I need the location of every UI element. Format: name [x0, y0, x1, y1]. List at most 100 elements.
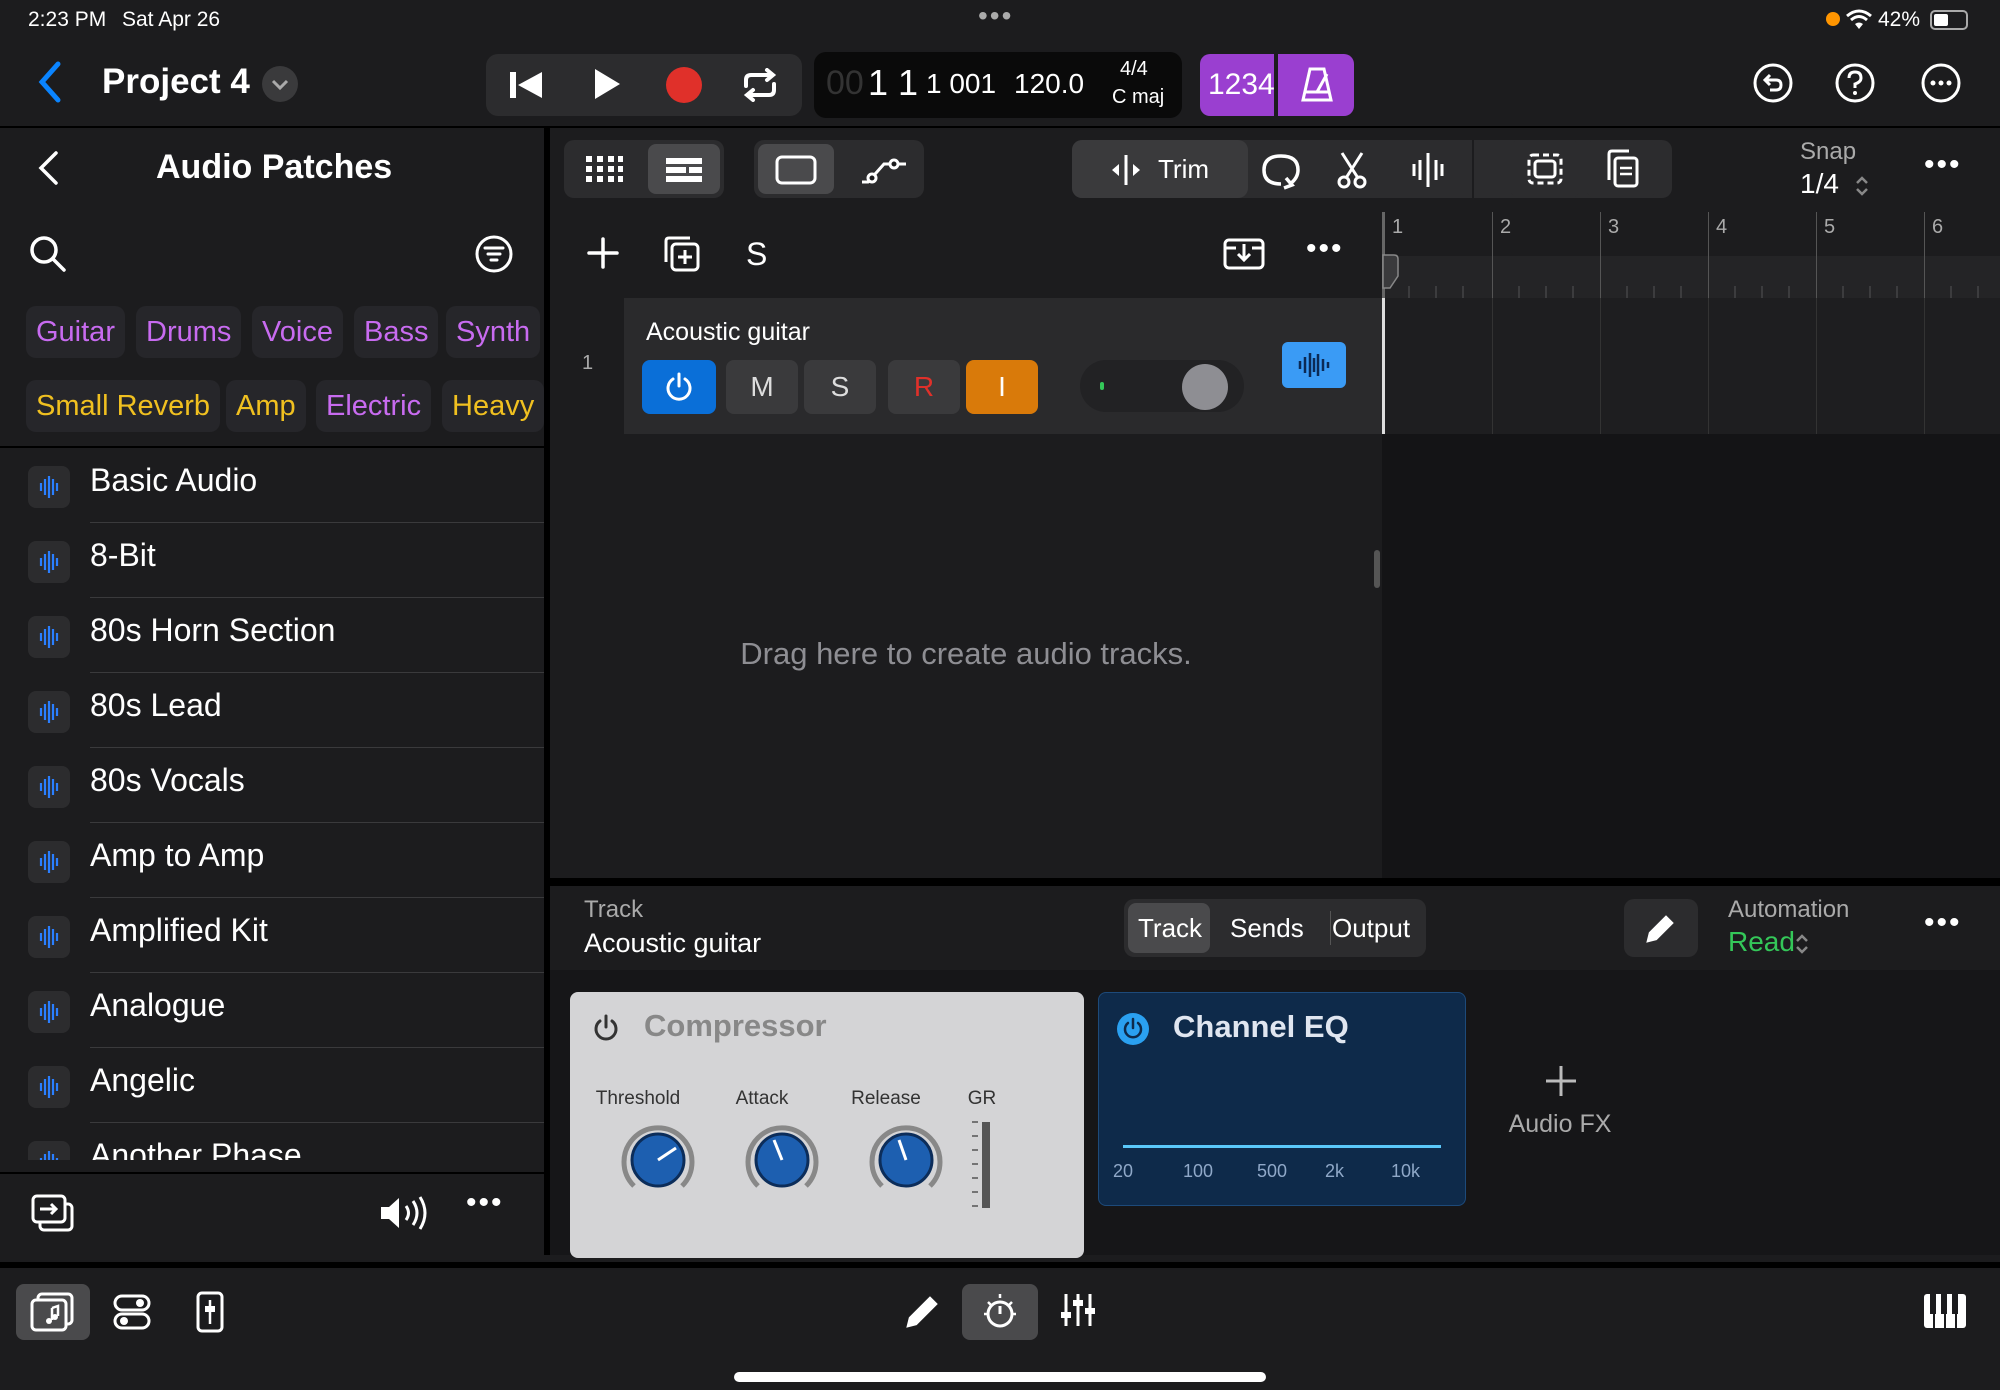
add-track-icon[interactable]	[586, 236, 620, 270]
copy-button[interactable]	[1586, 140, 1656, 198]
tab-track[interactable]: Track	[1124, 899, 1216, 957]
timeline-ruler[interactable]: 1 2 3 4 5 6	[1382, 212, 2000, 298]
channel-strip-icon[interactable]	[194, 1290, 226, 1334]
patch-item[interactable]: 80s Lead	[0, 673, 544, 748]
panel-more-icon[interactable]: •••	[466, 1186, 504, 1220]
undo-icon[interactable]	[1752, 62, 1794, 104]
grid-view-icon[interactable]	[584, 154, 624, 184]
help-icon[interactable]	[1834, 62, 1876, 104]
back-chevron-icon[interactable]	[36, 60, 64, 104]
track-header-more-icon[interactable]: •••	[1306, 232, 1344, 266]
home-indicator[interactable]	[734, 1372, 1266, 1382]
piano-keyboard-icon[interactable]	[1922, 1292, 1968, 1330]
tag-drums[interactable]: Drums	[136, 306, 242, 358]
cycle-loop-icon[interactable]	[740, 68, 780, 102]
scissors-icon[interactable]	[1334, 150, 1370, 190]
track-name[interactable]: Acoustic guitar	[646, 318, 810, 347]
patch-item[interactable]: Angelic	[0, 1048, 544, 1123]
volume-knob[interactable]	[1182, 364, 1228, 410]
patch-item[interactable]: Amp to Amp	[0, 823, 544, 898]
playhead-icon[interactable]	[1382, 254, 1400, 294]
preview-volume-icon[interactable]	[378, 1194, 430, 1232]
panel-back-chevron-icon[interactable]	[36, 150, 60, 186]
patch-item[interactable]: Basic Audio	[0, 448, 544, 523]
tag-bass[interactable]: Bass	[354, 306, 439, 358]
duplicate-track-icon[interactable]	[662, 234, 702, 274]
tracks-area-empty[interactable]	[1382, 434, 2000, 878]
inspector-divider[interactable]	[550, 878, 2000, 886]
compressor-plugin[interactable]: Compressor Threshold Attack Release GR	[570, 992, 1084, 1258]
edit-automation-button[interactable]	[1624, 899, 1698, 957]
threshold-knob[interactable]	[618, 1120, 698, 1200]
tag-guitar[interactable]: Guitar	[26, 306, 125, 358]
import-icon[interactable]	[30, 1192, 76, 1234]
patch-label: 80s Lead	[90, 687, 222, 723]
controls-toggle-icon[interactable]	[112, 1292, 152, 1332]
tag-small-reverb[interactable]: Small Reverb	[26, 380, 221, 432]
global-solo-button[interactable]: S	[746, 236, 767, 273]
track-on-button[interactable]	[642, 360, 716, 414]
patch-item[interactable]: Analogue	[0, 973, 544, 1048]
tag-amp[interactable]: Amp	[226, 380, 306, 432]
attack-knob[interactable]	[742, 1120, 822, 1200]
go-to-beginning-icon[interactable]	[508, 68, 544, 102]
tag-electric[interactable]: Electric	[316, 380, 432, 432]
loop-tool-icon[interactable]	[1260, 150, 1302, 190]
filter-icon[interactable]	[474, 234, 514, 274]
search-icon[interactable]	[28, 234, 68, 274]
track-header-row[interactable]: 1 Acoustic guitar M S R I	[550, 298, 1382, 434]
patch-item[interactable]: Amplified Kit	[0, 898, 544, 973]
input-monitor-button[interactable]: I	[966, 360, 1038, 414]
project-menu-chevron-icon[interactable]	[262, 66, 298, 102]
tab-sends[interactable]: Sends	[1216, 899, 1318, 957]
patch-item[interactable]: 80s Horn Section	[0, 598, 544, 673]
bar-label: 6	[1932, 216, 1944, 238]
play-icon[interactable]	[592, 66, 622, 102]
patch-item[interactable]: 8-Bit	[0, 523, 544, 598]
resize-handle[interactable]	[1374, 550, 1380, 588]
patch-item[interactable]: 80s Vocals	[0, 748, 544, 823]
split-at-playhead-icon[interactable]	[1408, 150, 1448, 190]
compressor-power-icon[interactable]	[592, 1014, 620, 1042]
automation-curve-icon[interactable]	[858, 150, 910, 188]
multitask-dots-icon[interactable]: •••	[978, 0, 1013, 32]
mixer-icon[interactable]	[1058, 1290, 1098, 1330]
draw-pencil-icon[interactable]	[904, 1294, 940, 1330]
patch-label: 80s Horn Section	[90, 612, 336, 648]
tracks-view-button[interactable]	[648, 144, 720, 194]
lcd-display[interactable]: 00 1 1 1 001 120.0 4/4 C maj	[814, 52, 1182, 118]
add-audio-fx-button[interactable]: Audio FX	[1480, 1056, 1640, 1166]
automation-mode-selector[interactable]: Read	[1728, 926, 1828, 962]
count-in-button[interactable]: 1234	[1200, 54, 1275, 116]
edit-tools-group: Trim	[1072, 140, 1672, 198]
smart-controls-button[interactable]	[962, 1284, 1038, 1340]
track-drop-area[interactable]: Drag here to create audio tracks.	[550, 434, 1382, 878]
track-lane[interactable]	[1382, 298, 2000, 434]
record-enable-button[interactable]: R	[888, 360, 960, 414]
toolbar-more-icon[interactable]: •••	[1924, 148, 1962, 182]
status-date: Sat Apr 26	[122, 8, 221, 31]
inspector-more-icon[interactable]: •••	[1924, 906, 1962, 940]
project-title[interactable]: Project 4	[102, 62, 250, 102]
tag-heavy[interactable]: Heavy	[442, 380, 545, 432]
more-options-icon[interactable]	[1920, 62, 1962, 104]
browser-button[interactable]	[16, 1284, 90, 1340]
metronome-button[interactable]	[1278, 54, 1354, 116]
release-knob[interactable]	[866, 1120, 946, 1200]
patch-item[interactable]: Another Phase	[0, 1123, 544, 1160]
download-to-tray-icon[interactable]	[1222, 236, 1266, 272]
tab-output[interactable]: Output	[1318, 899, 1424, 957]
mute-button[interactable]: M	[726, 360, 798, 414]
tag-voice[interactable]: Voice	[252, 306, 343, 358]
trim-tool-button[interactable]: Trim	[1072, 140, 1248, 198]
tag-synth[interactable]: Synth	[446, 306, 541, 358]
audio-track-icon-button[interactable]	[1282, 342, 1346, 388]
region-view-button[interactable]	[758, 144, 834, 194]
channel-eq-plugin[interactable]: Channel EQ 20 100 500 2k 10k	[1098, 992, 1466, 1206]
eq-power-button[interactable]	[1117, 1013, 1149, 1045]
snap-selector[interactable]: 1/4	[1800, 168, 1880, 204]
select-tool-button[interactable]	[1510, 140, 1580, 198]
solo-button[interactable]: S	[804, 360, 876, 414]
record-icon[interactable]	[666, 67, 702, 103]
volume-slider[interactable]	[1080, 360, 1244, 412]
